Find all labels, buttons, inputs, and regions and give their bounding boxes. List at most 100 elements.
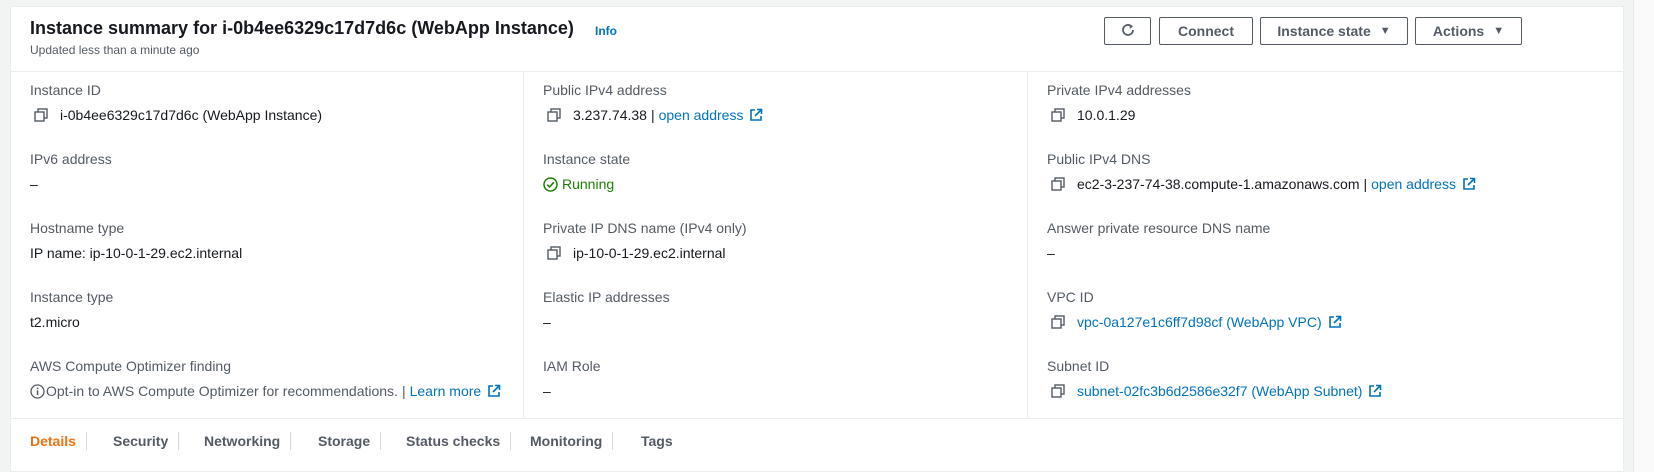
tab-storage[interactable]: Storage xyxy=(308,432,382,450)
copy-icon[interactable] xyxy=(1051,315,1065,329)
vpc-id-field: VPC ID vpc-0a127e1c6ff7d98cf (WebApp VPC… xyxy=(1047,289,1342,330)
page-scrollbar[interactable] xyxy=(1633,0,1654,472)
instance-state-button-label: Instance state xyxy=(1277,23,1371,39)
ipv6-field: IPv6 address – xyxy=(30,151,112,192)
details-column-3: Private IPv4 addresses 10.0.1.29 Public … xyxy=(1027,72,1560,419)
info-circle-icon xyxy=(30,383,45,399)
instance-type-field: Instance type t2.micro xyxy=(30,289,113,330)
field-label: Private IP DNS name (IPv4 only) xyxy=(543,220,747,236)
instance-summary-panel: Instance summary for i-0b4ee6329c17d7d6c… xyxy=(10,6,1624,472)
tab-tags[interactable]: Tags xyxy=(631,432,683,450)
field-label: Instance type xyxy=(30,289,114,305)
copy-icon[interactable] xyxy=(1051,177,1065,191)
detail-tabs: Details Security Networking Storage Stat… xyxy=(11,418,1623,471)
updated-text: Updated less than a minute ago xyxy=(30,43,200,57)
separator: | xyxy=(650,107,655,123)
subnet-id-link[interactable]: subnet-02fc3b6d2586e32f7 (WebApp Subnet) xyxy=(1077,383,1362,399)
field-label: Public IPv4 DNS xyxy=(1047,151,1151,167)
actions-button[interactable]: Actions ▼ xyxy=(1415,17,1522,45)
summary-header: Instance summary for i-0b4ee6329c17d7d6c… xyxy=(11,7,1623,72)
optimizer-value-row: Opt-in to AWS Compute Optimizer for reco… xyxy=(30,383,501,399)
private-ipv4-field: Private IPv4 addresses 10.0.1.29 xyxy=(1047,82,1191,123)
hostname-type-field: Hostname type IP name: ip-10-0-1-29.ec2.… xyxy=(30,220,242,261)
copy-icon[interactable] xyxy=(547,108,561,122)
field-label: IAM Role xyxy=(543,358,601,374)
copy-icon[interactable] xyxy=(34,108,48,122)
tab-monitoring[interactable]: Monitoring xyxy=(520,432,614,450)
private-ipv4-value: 10.0.1.29 xyxy=(1077,107,1136,123)
public-dns-field: Public IPv4 DNS ec2-3-237-74-38.compute-… xyxy=(1047,151,1476,192)
elastic-ip-field: Elastic IP addresses – xyxy=(543,289,670,330)
external-link-icon[interactable] xyxy=(1328,315,1342,329)
connect-button[interactable]: Connect xyxy=(1159,17,1253,45)
field-label: Answer private resource DNS name xyxy=(1047,220,1271,236)
tab-security[interactable]: Security xyxy=(103,432,180,450)
instance-state-button[interactable]: Instance state ▼ xyxy=(1260,17,1408,45)
answer-dns-field: Answer private resource DNS name – xyxy=(1047,220,1270,261)
refresh-icon xyxy=(1120,22,1136,41)
vpc-id-value-row: vpc-0a127e1c6ff7d98cf (WebApp VPC) xyxy=(1047,314,1342,330)
elastic-ip-value: – xyxy=(543,314,551,330)
tab-details[interactable]: Details xyxy=(20,432,87,450)
caret-down-icon: ▼ xyxy=(1493,25,1505,37)
page-title: Instance summary for i-0b4ee6329c17d7d6c… xyxy=(30,18,574,38)
learn-more-link[interactable]: Learn more xyxy=(410,383,482,399)
check-circle-icon xyxy=(543,176,558,192)
copy-icon[interactable] xyxy=(1051,384,1065,398)
ipv6-value: – xyxy=(30,176,38,192)
instance-state-value-row: Running xyxy=(543,176,630,192)
status-badge: Running xyxy=(562,176,615,192)
external-link-icon[interactable] xyxy=(1462,177,1476,191)
field-label: Elastic IP addresses xyxy=(543,289,670,305)
caret-down-icon: ▼ xyxy=(1379,25,1391,37)
vpc-id-link[interactable]: vpc-0a127e1c6ff7d98cf (WebApp VPC) xyxy=(1077,314,1322,330)
separator: | xyxy=(401,383,406,399)
actions-button-label: Actions xyxy=(1432,23,1485,39)
subnet-id-field: Subnet ID subnet-02fc3b6d2586e32f7 (WebA… xyxy=(1047,358,1382,399)
connect-button-label: Connect xyxy=(1178,23,1234,39)
hostname-type-value: IP name: ip-10-0-1-29.ec2.internal xyxy=(30,245,243,261)
external-link-icon[interactable] xyxy=(749,108,763,122)
info-link[interactable]: Info xyxy=(595,24,617,38)
open-address-link[interactable]: open address xyxy=(659,107,744,123)
public-dns-value-row: ec2-3-237-74-38.compute-1.amazonaws.com … xyxy=(1047,176,1476,192)
field-label: Public IPv4 address xyxy=(543,82,667,98)
instance-id-value-row: i-0b4ee6329c17d7d6c (WebApp Instance) xyxy=(30,107,322,123)
iam-role-field: IAM Role – xyxy=(543,358,601,399)
field-label: IPv6 address xyxy=(30,151,112,167)
tab-status-checks[interactable]: Status checks xyxy=(396,432,512,450)
private-dns-value-row: ip-10-0-1-29.ec2.internal xyxy=(543,245,747,261)
separator: | xyxy=(1363,176,1368,192)
copy-icon[interactable] xyxy=(1051,108,1065,122)
field-label: Private IPv4 addresses xyxy=(1047,82,1191,98)
instance-type-value: t2.micro xyxy=(30,314,80,330)
refresh-button[interactable] xyxy=(1104,17,1151,45)
field-label: Instance state xyxy=(543,151,631,167)
instance-state-field: Instance state Running xyxy=(543,151,630,192)
field-label: Instance ID xyxy=(30,82,101,98)
public-ipv4-value-row: 3.237.74.38 | open address xyxy=(543,107,763,123)
open-address-link[interactable]: open address xyxy=(1371,176,1456,192)
public-ipv4-value: 3.237.74.38 xyxy=(573,107,647,123)
details-column-2: Public IPv4 address 3.237.74.38 | open a… xyxy=(523,72,1056,419)
iam-role-value: – xyxy=(543,383,551,399)
answer-dns-value: – xyxy=(1047,245,1055,261)
details-column-1: Instance ID i-0b4ee6329c17d7d6c (WebApp … xyxy=(11,72,543,419)
instance-id-field: Instance ID i-0b4ee6329c17d7d6c (WebApp … xyxy=(30,82,322,123)
copy-icon[interactable] xyxy=(547,246,561,260)
public-dns-value: ec2-3-237-74-38.compute-1.amazonaws.com xyxy=(1077,176,1360,192)
external-link-icon[interactable] xyxy=(1368,384,1382,398)
field-label: AWS Compute Optimizer finding xyxy=(30,358,231,374)
subnet-id-value-row: subnet-02fc3b6d2586e32f7 (WebApp Subnet) xyxy=(1047,383,1382,399)
field-label: VPC ID xyxy=(1047,289,1094,305)
tab-networking[interactable]: Networking xyxy=(194,432,292,450)
field-label: Hostname type xyxy=(30,220,125,236)
optimizer-field: AWS Compute Optimizer finding Opt-in to … xyxy=(30,358,501,399)
field-label: Subnet ID xyxy=(1047,358,1110,374)
public-ipv4-field: Public IPv4 address 3.237.74.38 | open a… xyxy=(543,82,763,123)
instance-id-value: i-0b4ee6329c17d7d6c (WebApp Instance) xyxy=(60,107,323,123)
private-dns-field: Private IP DNS name (IPv4 only) ip-10-0-… xyxy=(543,220,747,261)
optimizer-text: Opt-in to AWS Compute Optimizer for reco… xyxy=(46,383,398,399)
private-ipv4-value-row: 10.0.1.29 xyxy=(1047,107,1191,123)
external-link-icon[interactable] xyxy=(487,384,501,398)
